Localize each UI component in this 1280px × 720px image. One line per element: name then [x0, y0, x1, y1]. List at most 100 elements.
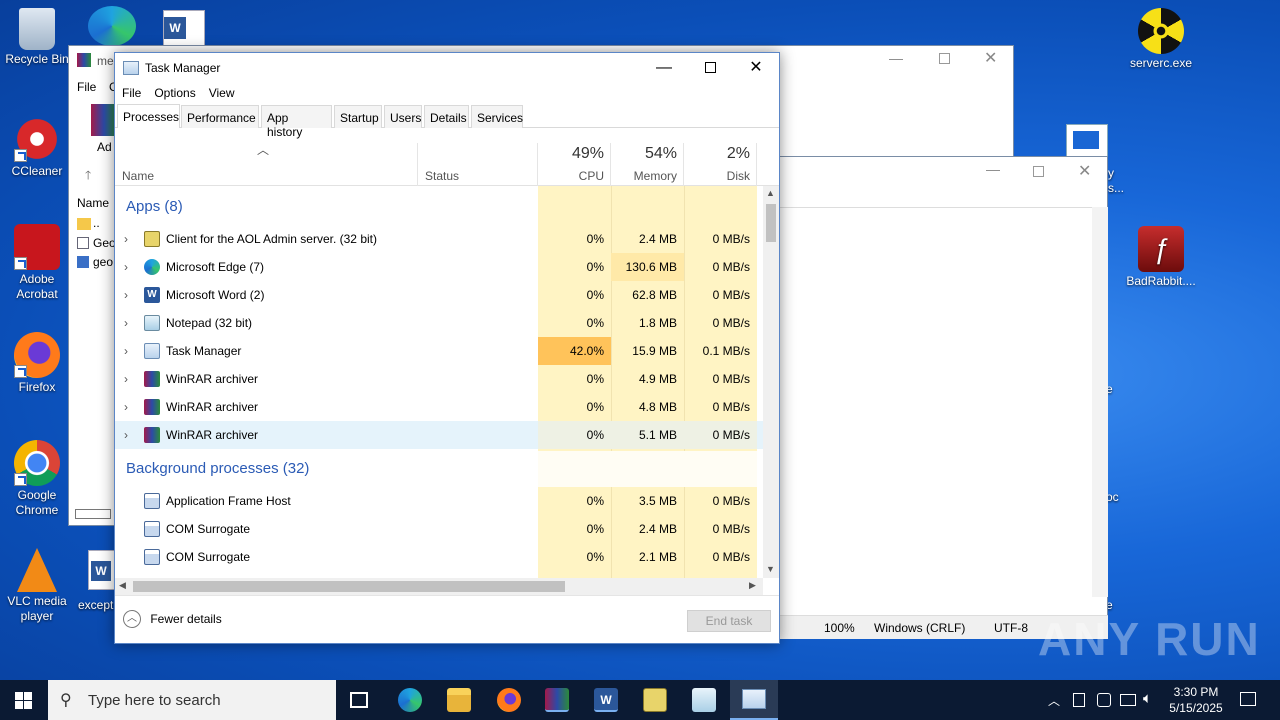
notepad-maximize[interactable]	[1033, 166, 1044, 177]
chevron-right-icon[interactable]: ›	[124, 337, 128, 365]
menu-view[interactable]: View	[202, 83, 241, 100]
desktop-icon-edge[interactable]	[88, 6, 136, 46]
taskbar-notepad-icon[interactable]	[692, 688, 716, 712]
notepad-window[interactable]: — ✕ 100% Windows (CRLF) UTF-8	[780, 156, 1108, 639]
tray-storage-icon[interactable]	[1073, 693, 1085, 707]
col-name[interactable]: ︿ Name	[115, 143, 418, 186]
taskbar-firefox-icon[interactable]	[497, 688, 521, 712]
winrar-up-arrow-icon[interactable]: 🡑	[85, 166, 91, 187]
taskbar-edge-icon[interactable]	[398, 688, 422, 712]
notepad-minimize[interactable]: —	[986, 161, 1000, 177]
table-row[interactable]: › Notepad (32 bit) 0% 1.8 MB 0 MB/s	[115, 309, 763, 337]
search-box[interactable]: ⚲ Type here to search	[48, 680, 336, 720]
disk-total: 2%	[726, 145, 750, 162]
desktop-icon-firefox[interactable]: Firefox	[0, 332, 74, 395]
chevron-right-icon[interactable]: ›	[124, 253, 128, 281]
minimize-button[interactable]: —	[641, 53, 687, 83]
table-row[interactable]: Application Frame Host 0% 3.5 MB 0 MB/s	[115, 487, 763, 515]
group-header-apps[interactable]: Apps (8)	[115, 189, 763, 225]
table-row[interactable]: COM Surrogate 0% 2.1 MB 0 MB/s	[115, 543, 763, 571]
title-bar[interactable]: Task Manager — ✕	[115, 53, 779, 83]
desktop-icon-serverc[interactable]: serverc.exe	[1124, 8, 1198, 71]
table-row[interactable]: › Client for the AOL Admin server. (32 b…	[115, 225, 763, 253]
task-view-icon[interactable]	[350, 692, 368, 708]
memory-value: 3.5 MB	[638, 494, 677, 508]
horizontal-scroll-thumb[interactable]	[133, 581, 565, 592]
desktop-icon-word[interactable]: W	[163, 10, 205, 46]
tab-details[interactable]: Details	[424, 105, 469, 128]
tab-app-history[interactable]: App history	[261, 105, 332, 139]
tab-performance[interactable]: Performance	[181, 105, 259, 128]
notepad-close[interactable]: ✕	[1078, 161, 1091, 181]
winrar-row-parent[interactable]: ..	[93, 216, 100, 230]
table-row[interactable]: COM Surrogate 0% 2.4 MB 0 MB/s	[115, 515, 763, 543]
scroll-up-arrow-icon[interactable]: ▲	[766, 188, 775, 198]
chevron-right-icon[interactable]: ›	[124, 281, 128, 309]
winrar-name-col[interactable]: Name	[77, 196, 109, 210]
notepad-vscroll[interactable]	[1092, 207, 1108, 597]
tray-devices-icon[interactable]	[1097, 693, 1111, 707]
chevron-right-icon[interactable]: ›	[124, 225, 128, 253]
horizontal-scrollbar[interactable]: ◀ ▶	[115, 578, 763, 595]
table-row[interactable]: › WinRAR archiver 0% 4.9 MB 0 MB/s	[115, 365, 763, 393]
close-button[interactable]: ✕	[733, 53, 779, 83]
tray-chevron-up-icon[interactable]: ︿	[1048, 692, 1060, 709]
taskbar-task-manager-active[interactable]	[730, 680, 778, 720]
table-row[interactable]: › WinRAR archiver 0% 4.8 MB 0 MB/s	[115, 393, 763, 421]
winrar-minimize[interactable]: —	[889, 50, 903, 66]
vertical-scroll-thumb[interactable]	[766, 204, 776, 242]
notification-icon[interactable]	[1240, 692, 1256, 706]
desktop-icon-partial[interactable]	[1066, 124, 1108, 158]
table-row[interactable]: › Task Manager 42.0% 15.9 MB 0.1 MB/s	[115, 337, 763, 365]
vertical-scrollbar[interactable]: ▲ ▼	[763, 186, 779, 578]
table-row-selected[interactable]: › WinRAR archiver 0% 5.1 MB 0 MB/s	[115, 421, 763, 449]
taskbar-explorer-icon[interactable]	[447, 688, 471, 712]
taskbar-aol-icon[interactable]	[643, 688, 667, 712]
col-disk[interactable]: 2% Disk	[684, 143, 757, 186]
table-row[interactable]: › Microsoft Edge (7) 0% 130.6 MB 0 MB/s	[115, 253, 763, 281]
maximize-button[interactable]	[687, 53, 733, 83]
chevron-right-icon[interactable]: ›	[124, 421, 128, 449]
col-cpu[interactable]: 49% CPU	[538, 143, 611, 186]
desktop-icon-adobe-acrobat[interactable]: Adobe Acrobat	[0, 224, 74, 302]
start-button[interactable]	[0, 680, 48, 720]
cpu-value: 0%	[586, 260, 604, 274]
word-icon: W	[164, 17, 186, 39]
tray-network-icon[interactable]	[1120, 694, 1136, 706]
winrar-close[interactable]: ✕	[984, 48, 997, 68]
clock[interactable]: 3:30 PM 5/15/2025	[1164, 684, 1228, 716]
chevron-right-icon[interactable]: ›	[124, 365, 128, 393]
tab-startup[interactable]: Startup	[334, 105, 382, 128]
chevron-right-icon[interactable]: ›	[124, 309, 128, 337]
menu-options[interactable]: Options	[147, 83, 201, 100]
taskbar-winrar-icon[interactable]	[545, 688, 569, 712]
task-manager-window[interactable]: Task Manager — ✕ File Options View Process…	[114, 52, 780, 644]
tab-services[interactable]: Services	[471, 105, 523, 128]
window-title: Task Manager	[145, 61, 221, 75]
winrar-menu-file[interactable]: File	[77, 80, 96, 94]
desktop-icon-badrabbit[interactable]: ƒ BadRabbit....	[1124, 226, 1198, 289]
scroll-down-arrow-icon[interactable]: ▼	[766, 564, 775, 574]
menu-file[interactable]: File	[115, 83, 147, 100]
col-memory[interactable]: 54% Memory	[611, 143, 684, 186]
winrar-row-2[interactable]: geo	[93, 255, 113, 269]
tray-volume-icon[interactable]: 🔈︎	[1143, 690, 1152, 707]
winrar-row-1[interactable]: Geo	[93, 236, 116, 250]
desktop-icon-google-chrome[interactable]: Google Chrome	[0, 440, 74, 518]
table-row[interactable]: › W Microsoft Word (2) 0% 62.8 MB 0 MB/s	[115, 281, 763, 309]
tab-processes[interactable]: Processes	[117, 104, 180, 128]
end-task-button[interactable]: End task	[687, 610, 771, 632]
taskbar-word-icon[interactable]: W	[594, 688, 618, 712]
scroll-right-arrow-icon[interactable]: ▶	[749, 580, 756, 591]
notepad-text-area[interactable]	[780, 207, 1092, 597]
chevron-right-icon[interactable]: ›	[124, 393, 128, 421]
col-status[interactable]: Status	[418, 143, 538, 186]
scroll-left-arrow-icon[interactable]: ◀	[119, 580, 126, 591]
desktop-icon-ccleaner[interactable]: CCleaner	[0, 116, 74, 179]
fewer-details-button[interactable]: ︿ Fewer details	[123, 610, 222, 630]
winrar-maximize[interactable]	[939, 53, 950, 64]
tab-users[interactable]: Users	[384, 105, 422, 128]
group-header-background[interactable]: Background processes (32)	[115, 451, 763, 487]
desktop-icon-vlc[interactable]: VLC media player	[0, 548, 74, 624]
desktop-icon-recycle-bin[interactable]: Recycle Bin	[0, 8, 74, 67]
